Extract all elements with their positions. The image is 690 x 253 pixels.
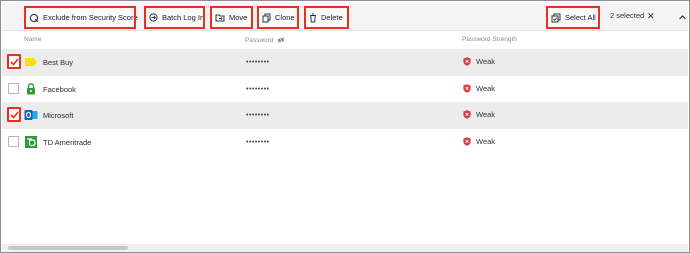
table-row[interactable]: Best Buy •••••••• Weak (2, 49, 688, 76)
table-header: Name Password Password Strength (2, 32, 688, 49)
batch-log-in-button[interactable]: Batch Log In (144, 6, 205, 29)
row-checkbox[interactable] (7, 54, 21, 69)
checkmark-icon (10, 58, 19, 66)
weak-shield-icon (463, 57, 471, 66)
move-button[interactable]: Move (210, 6, 253, 29)
row-checkbox[interactable] (8, 136, 19, 147)
lock-icon (27, 83, 35, 95)
shield-gear-icon (29, 13, 39, 22)
move-folder-icon (215, 14, 225, 22)
table-empty-area (2, 157, 688, 243)
login-arrow-icon (149, 13, 158, 22)
weak-shield-icon (463, 84, 471, 93)
close-selection-icon[interactable]: ✕ (647, 11, 655, 21)
table-row[interactable]: Microsoft •••••••• Weak (2, 102, 688, 129)
exclude-label: Exclude from Security Score (43, 13, 138, 22)
strength-label: Weak (476, 84, 496, 93)
select-all-label: Select All (565, 13, 596, 22)
horizontal-scrollbar[interactable] (2, 244, 688, 252)
column-header-name[interactable]: Name (24, 36, 41, 43)
td-logo-icon (25, 136, 37, 148)
masked-password: •••••••• (246, 86, 270, 93)
column-header-password-label: Password (245, 37, 274, 44)
strength-indicator: Weak (463, 110, 495, 119)
delete-label: Delete (321, 13, 343, 22)
column-header-strength[interactable]: Password Strength (462, 36, 517, 43)
trash-icon (310, 13, 316, 22)
strength-indicator: Weak (463, 84, 495, 93)
bulk-action-toolbar: Exclude from Security Score Batch Log In… (2, 2, 688, 31)
clone-icon (262, 13, 271, 22)
batch-log-in-label: Batch Log In (162, 13, 205, 22)
masked-password: •••••••• (246, 139, 270, 146)
row-checkbox[interactable] (8, 83, 19, 94)
table-row[interactable]: TD Ameritrade •••••••• Weak (2, 129, 688, 156)
clone-button[interactable]: Clone (257, 6, 299, 29)
select-all-button[interactable]: Select All (546, 6, 600, 29)
select-all-icon (551, 13, 561, 22)
weak-shield-icon (463, 137, 471, 146)
bestbuy-logo-icon (25, 58, 37, 66)
scrollbar-thumb[interactable] (8, 246, 128, 250)
outlook-logo-icon (24, 110, 38, 120)
masked-password: •••••••• (246, 112, 270, 119)
strength-label: Weak (476, 137, 496, 146)
exclude-from-security-score-button[interactable]: Exclude from Security Score (24, 6, 138, 29)
entry-name: Best Buy (43, 58, 74, 67)
weak-shield-icon (463, 110, 471, 119)
entry-name: Microsoft (43, 111, 74, 120)
move-label: Move (229, 13, 248, 22)
entry-name: TD Ameritrade (43, 138, 92, 147)
checkmark-icon (10, 111, 19, 119)
strength-label: Weak (476, 110, 496, 119)
chevron-up-icon[interactable] (678, 9, 687, 27)
strength-label: Weak (476, 57, 496, 66)
clone-label: Clone (275, 13, 295, 22)
strength-indicator: Weak (463, 137, 495, 146)
entry-name: Facebook (43, 85, 76, 94)
masked-password: •••••••• (246, 59, 270, 66)
eye-icon[interactable] (277, 37, 285, 43)
table-row[interactable]: Facebook •••••••• Weak (2, 76, 688, 103)
password-vault-window: Exclude from Security Score Batch Log In… (0, 0, 690, 253)
delete-button[interactable]: Delete (304, 6, 349, 29)
strength-indicator: Weak (463, 57, 495, 66)
column-header-password[interactable]: Password (245, 36, 285, 44)
row-checkbox[interactable] (7, 107, 21, 122)
selected-count: 2 selected (610, 11, 645, 20)
